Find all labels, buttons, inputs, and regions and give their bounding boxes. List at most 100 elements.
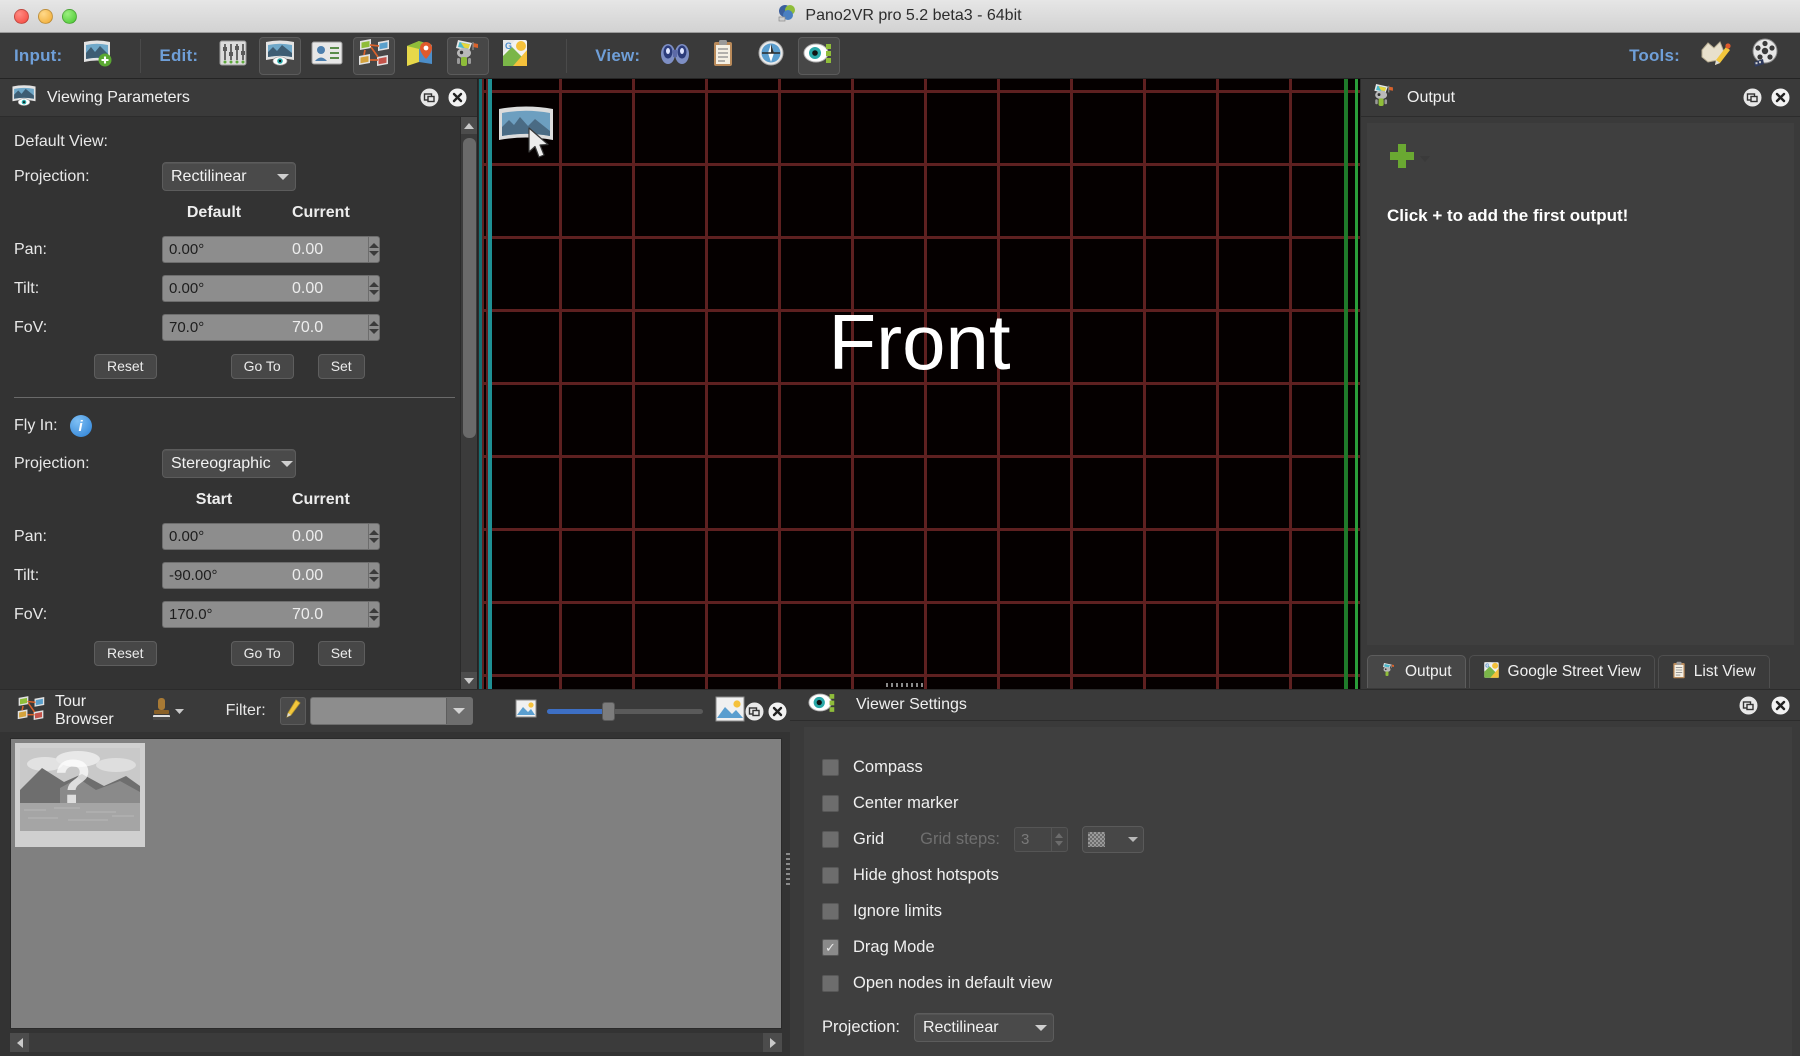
grid-steps-stepper[interactable]: 3 (1013, 826, 1068, 852)
bottom-panels-splitter-handle[interactable] (786, 853, 790, 887)
ignore-limits-checkbox[interactable] (822, 902, 839, 920)
close-icon[interactable] (1771, 696, 1790, 715)
flyin-tilt-spin-buttons[interactable] (368, 562, 380, 589)
flyin-fov-stepper[interactable] (162, 601, 380, 628)
filter-select[interactable] (309, 697, 473, 725)
close-icon[interactable] (1771, 88, 1790, 107)
flyin-set-button[interactable]: Set (317, 640, 365, 666)
tools-skin-editor-button[interactable] (1694, 37, 1736, 75)
close-icon[interactable] (768, 702, 787, 721)
spin-down-icon[interactable] (369, 251, 379, 256)
slider-track[interactable] (546, 701, 703, 721)
close-icon[interactable] (448, 88, 467, 107)
flyin-goto-button[interactable]: Go To (230, 640, 294, 666)
flyin-projection-select[interactable]: Stereographic (162, 449, 296, 478)
undock-icon[interactable] (1739, 696, 1758, 715)
view-viewer-settings-button[interactable] (798, 36, 841, 75)
scroll-up-button[interactable] (460, 117, 477, 134)
spin-up-icon[interactable] (369, 530, 379, 535)
tab-google-street-view[interactable]: G Google Street View (1468, 655, 1655, 688)
edit-tour-browser-button[interactable] (353, 36, 396, 75)
slider-thumb[interactable] (601, 701, 615, 721)
add-output-button[interactable] (1387, 141, 1430, 176)
viewing-parameters-scrollbar[interactable] (460, 117, 477, 689)
spin-up-icon[interactable] (369, 243, 379, 248)
add-input-panorama-button[interactable] (76, 37, 118, 75)
scrollbar-thumb[interactable] (462, 138, 476, 438)
info-icon[interactable]: i (69, 415, 92, 437)
default-projection-select[interactable]: Rectilinear (162, 162, 296, 191)
undock-icon[interactable] (745, 702, 764, 721)
chevron-down-icon[interactable] (174, 702, 184, 720)
default-pan-spin-buttons[interactable] (368, 236, 380, 263)
grid-steps-input[interactable]: 3 (1013, 826, 1051, 852)
flyin-pan-spin-buttons[interactable] (368, 523, 380, 550)
spin-up-icon[interactable] (369, 608, 379, 613)
undock-icon[interactable] (1743, 88, 1762, 107)
view-binoculars-button[interactable] (654, 37, 696, 75)
viewer-projection-select[interactable]: Rectilinear (913, 1013, 1054, 1042)
default-tilt-spin-buttons[interactable] (368, 275, 380, 302)
default-tilt-stepper[interactable] (162, 275, 380, 302)
spin-down-icon[interactable] (369, 329, 379, 334)
default-goto-button[interactable]: Go To (230, 353, 294, 379)
stamp-tool-button[interactable] (152, 696, 184, 727)
tools-animation-editor-button[interactable] (1744, 37, 1786, 75)
default-reset-button[interactable]: Reset (94, 353, 157, 379)
hide-ghost-hotspots-row: Hide ghost hotspots (822, 857, 1774, 893)
spin-down-icon[interactable] (369, 538, 379, 543)
view-list-button[interactable] (702, 37, 744, 75)
spin-down-icon[interactable] (369, 616, 379, 621)
spin-down-icon[interactable] (369, 577, 379, 582)
flyin-reset-button[interactable]: Reset (94, 640, 157, 666)
tab-list-view[interactable]: List View (1657, 655, 1770, 688)
chevron-down-icon[interactable] (1420, 150, 1430, 168)
edit-viewing-parameters-button[interactable] (259, 36, 302, 75)
tab-label: List View (1693, 663, 1756, 680)
default-set-button[interactable]: Set (317, 353, 365, 379)
grid-checkbox[interactable] (822, 830, 839, 848)
flyin-tilt-stepper[interactable] (162, 562, 380, 589)
hide-ghost-hotspots-checkbox[interactable] (822, 866, 839, 884)
default-pan-stepper[interactable] (162, 236, 380, 263)
flyin-fov-spin-buttons[interactable] (368, 601, 380, 628)
spin-up-icon[interactable] (369, 569, 379, 574)
bottom-splitter-handle[interactable] (886, 683, 924, 687)
panorama-viewport[interactable]: Front (479, 79, 1360, 689)
filter-pencil-button[interactable] (279, 697, 306, 725)
scroll-right-button[interactable] (763, 1033, 782, 1052)
default-fov-stepper[interactable] (162, 314, 380, 341)
scroll-down-button[interactable] (460, 672, 477, 689)
edit-user-data-button[interactable] (306, 37, 348, 75)
default-fov-spin-buttons[interactable] (368, 314, 380, 341)
scroll-left-button[interactable] (10, 1033, 29, 1052)
view-compass-button[interactable] (750, 37, 792, 75)
grid-style-select[interactable] (1081, 825, 1144, 853)
edit-output-button[interactable] (447, 36, 490, 75)
compass-checkbox[interactable] (822, 758, 839, 776)
edit-google-street-view-button[interactable]: G (494, 37, 536, 75)
scrollbar-track[interactable] (460, 134, 477, 672)
tour-browser-hscrollbar[interactable] (10, 1033, 782, 1052)
spin-up-icon[interactable] (369, 282, 379, 287)
filter-dropdown-button[interactable] (445, 698, 472, 724)
green-plus-icon[interactable] (1387, 141, 1417, 176)
spin-down-icon[interactable] (369, 290, 379, 295)
drag-mode-checkbox[interactable]: ✓ (822, 938, 839, 956)
flyin-pan-stepper[interactable] (162, 523, 380, 550)
thumbnail-size-slider[interactable] (515, 696, 745, 727)
grid-steps-spin-buttons[interactable] (1050, 826, 1068, 852)
edit-hotspots-button[interactable] (400, 37, 442, 75)
spin-up-icon[interactable] (1055, 832, 1064, 838)
spin-up-icon[interactable] (369, 321, 379, 326)
open-nodes-default-view-checkbox[interactable] (822, 974, 839, 992)
tour-browser-canvas[interactable]: ? (10, 738, 782, 1029)
undock-icon[interactable] (420, 88, 439, 107)
tab-output[interactable]: Output (1367, 655, 1466, 688)
hscrollbar-track[interactable] (29, 1033, 763, 1052)
edit-sliders-button[interactable] (212, 37, 254, 75)
chevron-down-icon (280, 460, 293, 467)
spin-down-icon[interactable] (1055, 840, 1064, 846)
center-marker-checkbox[interactable] (822, 794, 839, 812)
node-thumbnail[interactable]: ? (15, 743, 145, 847)
